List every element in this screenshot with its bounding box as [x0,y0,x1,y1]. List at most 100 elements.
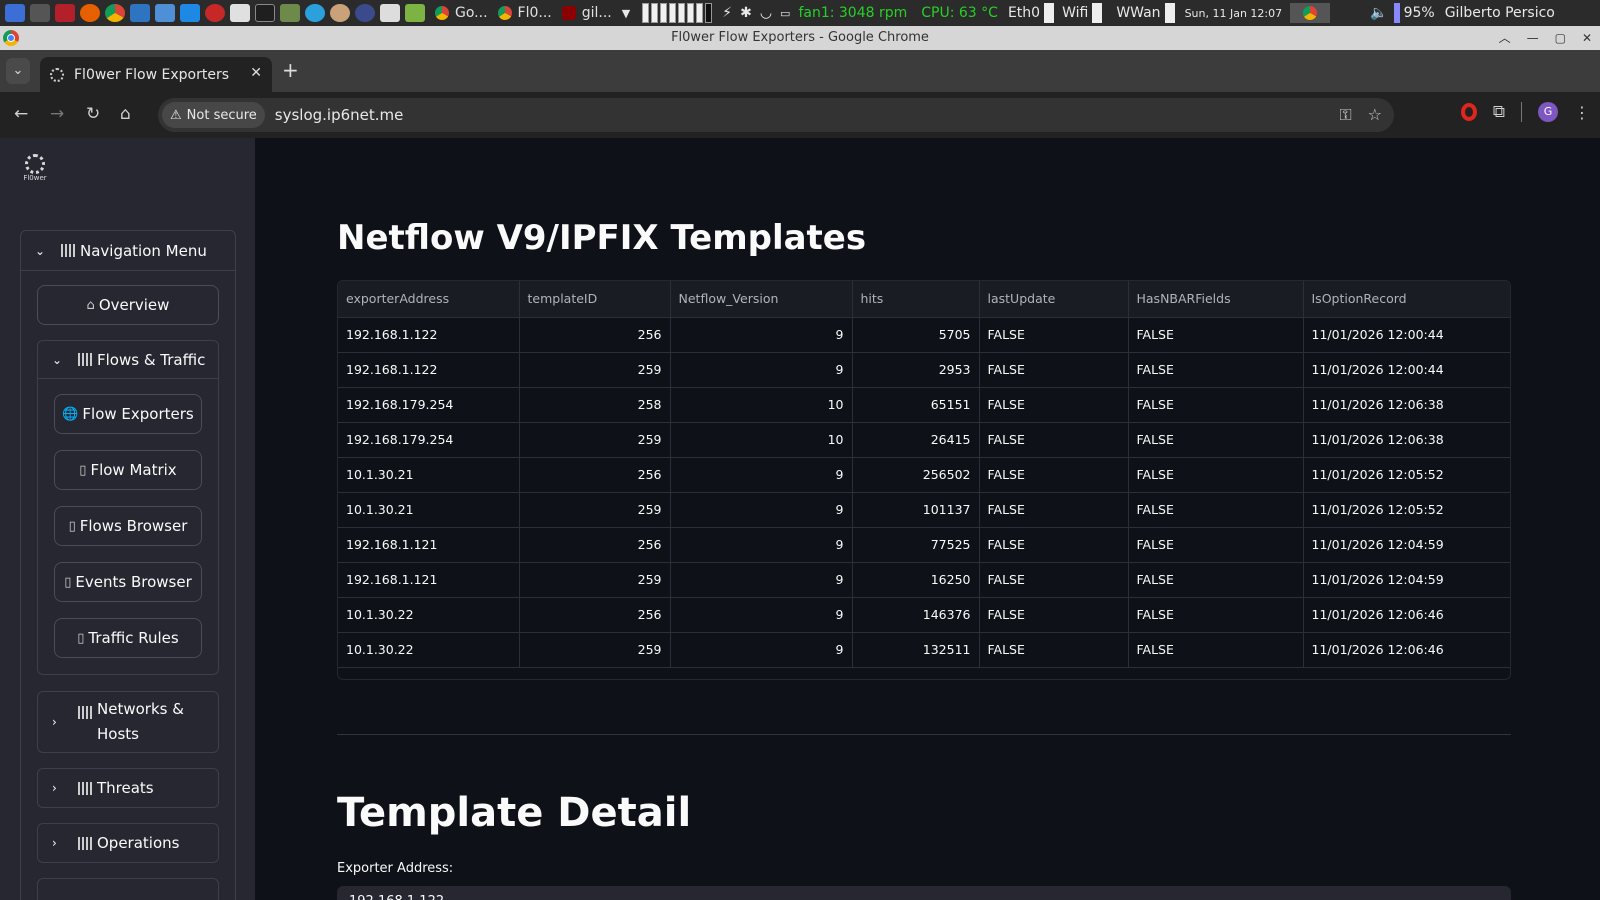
column-header[interactable]: lastUpdate [979,281,1129,318]
table-cell[interactable]: 16250 [852,562,980,598]
maximize-icon[interactable]: ▢ [1555,26,1566,50]
chevron-up-icon[interactable]: ︿ [1499,26,1511,50]
table-cell[interactable]: 2953 [852,352,980,388]
overview-button[interactable]: ⌂ Overview [37,285,219,325]
forward-arrow-icon[interactable]: → [50,104,64,124]
table-row[interactable]: 192.168.179.254 259 10 26415 FALSE FALSE 11/01… [338,422,1510,458]
table-cell[interactable]: 10 [670,422,853,458]
table-cell[interactable]: 11/01/2026 12:04:59 [1303,562,1510,598]
column-header[interactable]: hits [852,281,980,318]
table-cell[interactable]: FALSE [1128,352,1304,388]
url-text[interactable]: syslog.ip6net.me [275,106,404,124]
table-cell[interactable]: FALSE [979,317,1129,353]
table-cell[interactable]: 192.168.1.121 [338,527,520,563]
table-cell[interactable]: 259 [519,492,671,528]
table-cell[interactable]: 11/01/2026 12:05:52 [1303,457,1510,493]
table-cell[interactable]: 256 [519,527,671,563]
close-icon[interactable]: ✕ [1582,26,1592,50]
taskbar-window-2[interactable]: gil... [561,5,612,21]
table-cell[interactable]: 192.168.1.121 [338,562,520,598]
table-cell[interactable]: 101137 [852,492,980,528]
taskbar-window-1[interactable]: Fl0... [497,5,552,21]
table-row[interactable]: 10.1.30.21 259 9 101137 FALSE FALSE 11/01/2026… [338,492,1510,528]
home-icon[interactable]: ⌂ [120,104,131,124]
vim-app-icon[interactable] [255,4,275,22]
flows-traffic-header[interactable]: ⌄ Flows & Traffic [38,341,218,379]
table-cell[interactable]: 259 [519,352,671,388]
events-browser-button[interactable]: ▯ Events Browser [54,562,202,602]
taskbar-overflow-icon[interactable]: ▼ [622,7,630,20]
table-row[interactable]: 192.168.1.122 259 9 2953 FALSE FALSE 11/01/202… [338,352,1510,388]
tools-app-icon[interactable] [280,4,300,22]
key-icon[interactable]: ⚿ [1339,105,1351,125]
table-cell[interactable]: 11/01/2026 12:06:46 [1303,632,1510,668]
remote-app-icon[interactable] [180,4,200,22]
profile-avatar[interactable]: G [1538,102,1558,122]
table-cell[interactable]: 9 [670,632,853,668]
minimize-icon[interactable]: — [1527,26,1539,50]
gimp-icon[interactable] [330,4,350,22]
clock[interactable]: Sun, 11 Jan 12:07 [1185,7,1283,20]
table-cell[interactable]: 11/01/2026 12:06:46 [1303,597,1510,633]
table-cell[interactable]: 9 [670,597,853,633]
threats-section[interactable]: › Threats [37,768,219,808]
extensions-puzzle-icon[interactable]: ⧉ [1493,102,1505,122]
back-arrow-icon[interactable]: ← [14,104,28,124]
settings-app-icon[interactable] [30,4,50,22]
table-row[interactable]: 192.168.1.122 256 9 5705 FALSE FALSE 11/01/202… [338,317,1510,353]
column-header[interactable]: IsOptionRecord [1303,281,1510,318]
table-cell[interactable]: FALSE [1128,422,1304,458]
table-cell[interactable]: FALSE [979,352,1129,388]
table-cell[interactable]: 9 [670,527,853,563]
table-cell[interactable]: FALSE [1128,317,1304,353]
calendar-app-icon[interactable] [55,4,75,22]
opera-extension-icon[interactable] [1460,103,1477,121]
kebab-menu-icon[interactable]: ⋮ [1574,103,1590,122]
table-cell[interactable]: 192.168.179.254 [338,422,520,458]
wifi-icon[interactable]: ◡ [760,5,772,21]
table-cell[interactable]: 259 [519,632,671,668]
bluetooth-icon[interactable]: ✱ [740,5,752,21]
security-chip[interactable]: ⚠ Not secure [162,102,265,128]
record-app-icon[interactable] [205,4,225,22]
table-cell[interactable]: FALSE [1128,597,1304,633]
table-row[interactable]: 10.1.30.21 256 9 256502 FALSE FALSE 11/01/2026… [338,457,1510,493]
table-cell[interactable]: FALSE [979,527,1129,563]
workspace-switcher[interactable] [642,3,713,23]
table-cell[interactable]: 256 [519,317,671,353]
table-cell[interactable]: 259 [519,422,671,458]
table-cell[interactable]: 26415 [852,422,980,458]
traffic-rules-button[interactable]: ▯ Traffic Rules [54,618,202,658]
table-cell[interactable]: 5705 [852,317,980,353]
table-cell[interactable]: 9 [670,352,853,388]
table-cell[interactable]: 9 [670,492,853,528]
table-cell[interactable]: FALSE [1128,562,1304,598]
app-logo[interactable]: Fl0wer [22,154,48,182]
star-bookmark-icon[interactable]: ☆ [1368,105,1382,125]
firefox-icon[interactable] [80,4,100,22]
table-cell[interactable]: 65151 [852,387,980,423]
table-cell[interactable]: 9 [670,562,853,598]
networks-hosts-section[interactable]: › Networks & Hosts [37,691,219,753]
browser-tab[interactable]: Fl0wer Flow Exporters ✕ [40,57,272,92]
column-header[interactable]: exporterAddress [338,281,520,318]
reload-icon[interactable]: ↻ [86,104,100,124]
table-cell[interactable]: FALSE [1128,387,1304,423]
table-cell[interactable]: 9 [670,317,853,353]
table-cell[interactable]: 11/01/2026 12:00:44 [1303,317,1510,353]
tab-search-chevron-icon[interactable]: ⌄ [6,58,30,84]
flows-browser-button[interactable]: ▯ Flows Browser [54,506,202,546]
table-cell[interactable]: 256 [519,457,671,493]
table-row[interactable]: 192.168.179.254 258 10 65151 FALSE FALSE 11/01… [338,387,1510,423]
flow-exporters-button[interactable]: 🌐 Flow Exporters [54,394,202,434]
column-header[interactable]: HasNBARFields [1128,281,1304,318]
flow-matrix-button[interactable]: ▯ Flow Matrix [54,450,202,490]
network-app-icon[interactable] [155,4,175,22]
table-cell[interactable]: 9 [670,457,853,493]
table-row[interactable]: 192.168.1.121 256 9 77525 FALSE FALSE 11/01/20… [338,527,1510,563]
table-cell[interactable]: 256502 [852,457,980,493]
operations-section[interactable]: › Operations [37,823,219,863]
table-cell[interactable]: 10.1.30.21 [338,492,520,528]
table-cell[interactable]: 11/01/2026 12:00:44 [1303,352,1510,388]
table-cell[interactable]: FALSE [979,457,1129,493]
